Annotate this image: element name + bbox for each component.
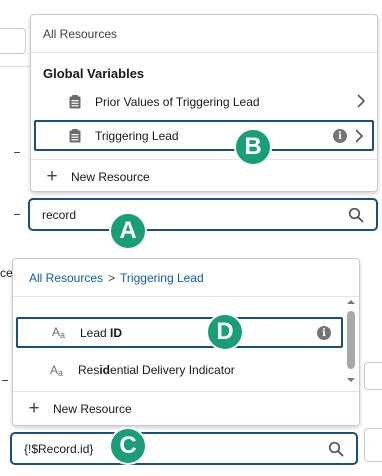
background-divider bbox=[0, 66, 30, 67]
background-field bbox=[0, 28, 26, 54]
callout-badge-d: D bbox=[206, 313, 244, 351]
text-field-icon: Aa bbox=[50, 362, 64, 378]
callout-badge-c: C bbox=[109, 427, 147, 465]
field-item-lead-id[interactable]: Aa Lead ID i bbox=[16, 317, 343, 348]
plus-icon: + bbox=[46, 166, 58, 187]
scrollbar-thumb[interactable] bbox=[347, 311, 355, 369]
resource-item-label: Triggering Lead bbox=[95, 128, 179, 143]
resource-item-label: Prior Values of Triggering Lead bbox=[95, 95, 260, 109]
field-item-residential-delivery-indicator[interactable]: Aa Residential Delivery Indicator bbox=[13, 354, 343, 386]
background-field bbox=[364, 428, 382, 462]
breadcrumb-separator: > bbox=[108, 270, 116, 285]
chevron-right-icon[interactable] bbox=[355, 93, 367, 109]
text-field-icon: Aa bbox=[52, 325, 66, 340]
plus-icon: + bbox=[28, 398, 40, 419]
chevron-right-icon[interactable] bbox=[353, 128, 365, 144]
scroll-up-arrow-icon[interactable] bbox=[345, 297, 357, 307]
breadcrumb-triggering-lead[interactable]: Triggering Lead bbox=[120, 271, 204, 285]
field-item-label: Residential Delivery Indicator bbox=[78, 363, 235, 377]
new-resource-label: New Resource bbox=[71, 170, 150, 184]
background-dash bbox=[2, 380, 8, 381]
resource-picker-dropdown-top: All Resources Global Variables Prior Val… bbox=[30, 14, 378, 192]
new-resource-button[interactable]: + New Resource bbox=[31, 159, 377, 194]
callout-badge-a: A bbox=[109, 212, 147, 250]
callout-badge-b: B bbox=[234, 128, 272, 166]
resource-search-input-bottom[interactable] bbox=[10, 432, 358, 465]
field-item-label: Lead ID bbox=[80, 325, 123, 340]
scroll-down-arrow-icon[interactable] bbox=[345, 375, 357, 385]
resource-item-triggering-lead[interactable]: Triggering Lead i bbox=[34, 120, 374, 151]
resource-item-prior-values[interactable]: Prior Values of Triggering Lead bbox=[31, 86, 377, 118]
resource-search-input-top[interactable] bbox=[28, 198, 378, 231]
section-title-global-variables: Global Variables bbox=[43, 66, 145, 81]
clipboard-icon bbox=[67, 128, 83, 143]
background-field bbox=[364, 362, 382, 390]
dropdown-header-label: All Resources bbox=[43, 26, 118, 41]
clipboard-icon bbox=[67, 95, 83, 109]
background-partial-label: ce bbox=[0, 266, 13, 280]
resource-picker-dropdown-bottom: All Resources > Triggering Lead Aa Lead … bbox=[12, 258, 360, 426]
new-resource-button[interactable]: + New Resource bbox=[13, 391, 359, 426]
dropdown-header: All Resources bbox=[31, 15, 377, 53]
scrollbar[interactable] bbox=[345, 297, 357, 389]
info-icon[interactable]: i bbox=[333, 129, 347, 143]
search-text-input[interactable] bbox=[24, 441, 284, 456]
new-resource-label: New Resource bbox=[53, 402, 132, 416]
search-text-input[interactable] bbox=[42, 207, 302, 222]
background-dash bbox=[14, 152, 20, 153]
search-icon bbox=[348, 207, 364, 222]
search-icon bbox=[328, 441, 344, 456]
info-icon[interactable]: i bbox=[317, 326, 331, 340]
breadcrumb-all-resources[interactable]: All Resources bbox=[29, 271, 103, 285]
breadcrumb: All Resources > Triggering Lead bbox=[13, 259, 359, 297]
background-dash bbox=[14, 214, 20, 215]
